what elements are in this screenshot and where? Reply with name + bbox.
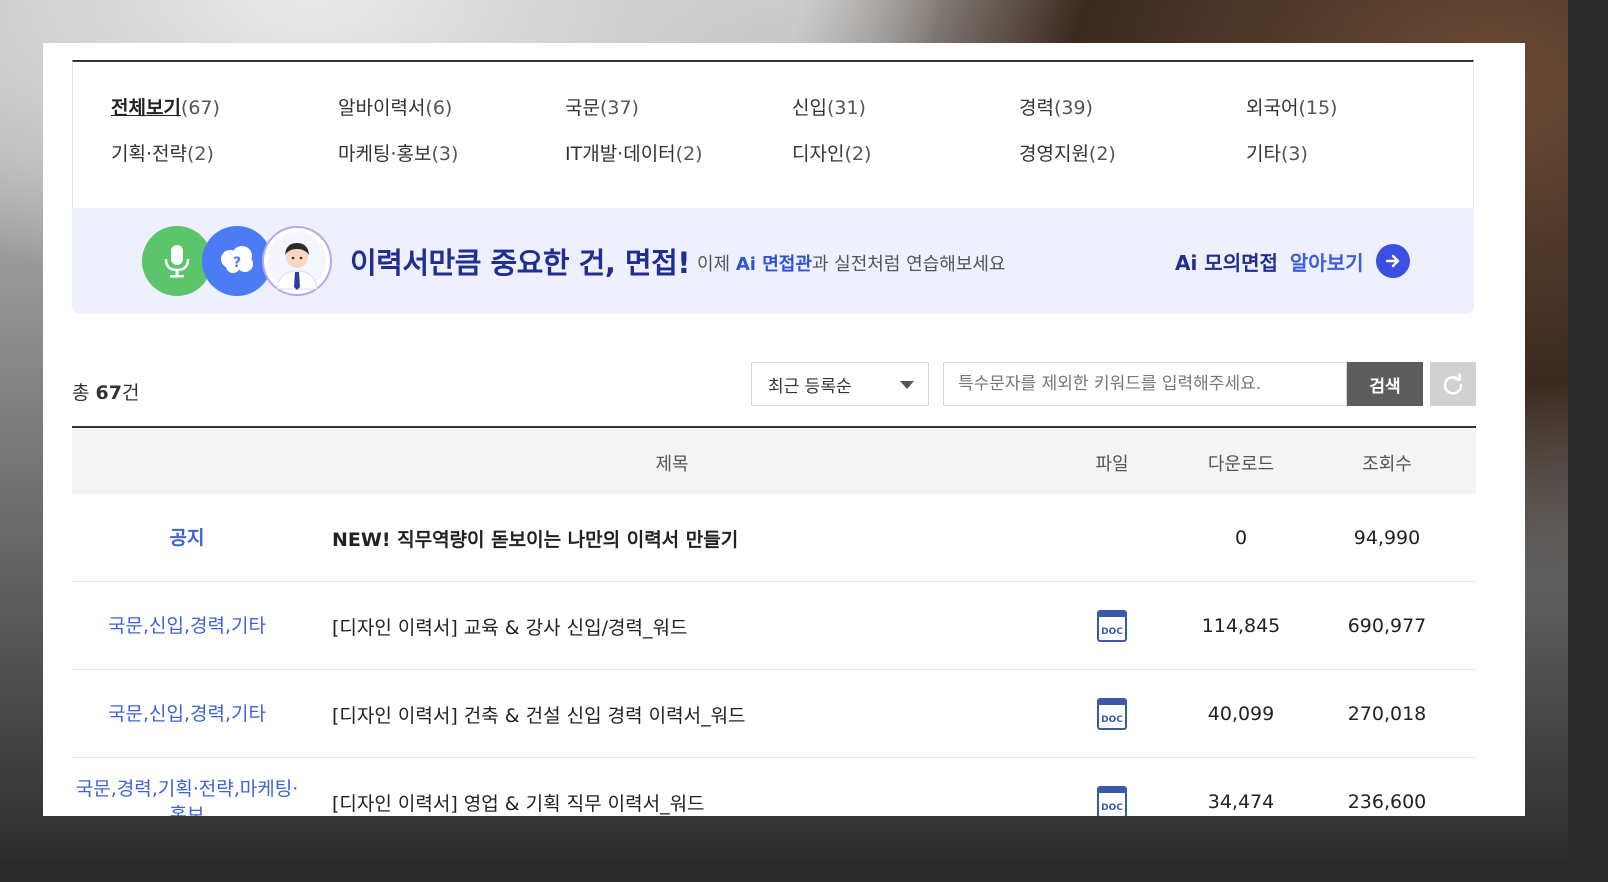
table-row[interactable]: 공지 NEW! 직무역량이 돋보이는 나만의 이력서 만들기 0 94,990	[72, 494, 1476, 582]
ai-mock-interview-link[interactable]: Ai 모의면접 알아보기	[1175, 244, 1410, 278]
category-part-time[interactable]: 알바이력서(6)	[338, 96, 565, 120]
category-management-support[interactable]: 경영지원(2)	[1019, 142, 1246, 166]
header-downloads: 다운로드	[1207, 454, 1275, 475]
svg-text:DOC: DOC	[1101, 803, 1123, 813]
refresh-icon[interactable]	[1430, 362, 1476, 406]
row-downloads: 0	[1234, 527, 1248, 549]
category-entry-level[interactable]: 신입(31)	[792, 96, 1019, 120]
category-korean[interactable]: 국문(37)	[565, 96, 792, 120]
header-views: 조회수	[1362, 454, 1412, 475]
banner-sub-suffix: 과 실전처럼 연습해보세요	[811, 254, 1006, 275]
row-category[interactable]: 국문,신입,경력,기타	[72, 582, 302, 670]
banner-title: 이력서만큼 중요한 건, 면접!	[350, 246, 691, 280]
search-input[interactable]	[943, 362, 1347, 406]
row-file: DOC	[1072, 582, 1152, 670]
category-all[interactable]: 전체보기(67)	[111, 96, 338, 120]
banner-sub-prefix: 이제	[697, 254, 736, 275]
banner-link-more: 알아보기	[1289, 250, 1364, 275]
table-row[interactable]: 국문,신입,경력,기타 [디자인 이력서] 교육 & 강사 신입/경력_워드 D…	[72, 582, 1476, 670]
row-category[interactable]: 국문,경력,기획·전략,마케팅·홍보	[72, 758, 302, 816]
banner-link-main: Ai 모의면접	[1175, 250, 1278, 275]
table-row[interactable]: 국문,신입,경력,기타 [디자인 이력서] 건축 & 건설 신입 경력 이력서_…	[72, 670, 1476, 758]
row-file	[1072, 494, 1152, 582]
row-category[interactable]: 국문,신입,경력,기타	[72, 670, 302, 758]
banner-icons: ?	[142, 226, 332, 296]
category-design[interactable]: 디자인(2)	[792, 142, 1019, 166]
category-planning-strategy[interactable]: 기획·전략(2)	[111, 142, 338, 166]
row-views: 236,600	[1347, 791, 1427, 813]
row-title[interactable]: [디자인 이력서] 영업 & 기획 직무 이력서_워드	[332, 758, 1032, 816]
row-title[interactable]: [디자인 이력서] 건축 & 건설 신입 경력 이력서_워드	[332, 670, 1032, 758]
header-title: 제목	[655, 454, 689, 475]
doc-file-icon[interactable]: DOC	[1097, 786, 1127, 816]
total-suffix: 건	[121, 382, 140, 404]
row-views: 94,990	[1353, 527, 1421, 549]
banner-subtitle: 이제 Ai 면접관과 실전처럼 연습해보세요	[697, 250, 1006, 276]
row-downloads: 40,099	[1207, 703, 1275, 725]
table-row[interactable]: 국문,경력,기획·전략,마케팅·홍보 [디자인 이력서] 영업 & 기획 직무 …	[72, 758, 1476, 816]
sort-select[interactable]: 최근 등록순	[751, 362, 929, 406]
chevron-down-icon	[900, 381, 914, 389]
category-etc[interactable]: 기타(3)	[1246, 142, 1473, 166]
sort-selected-value: 최근 등록순	[768, 376, 852, 397]
svg-text:?: ?	[233, 255, 241, 271]
ai-interview-banner[interactable]: ? 이력서만큼 중요한 건, 면접! 이제 Ai 면접관과 실전처럼 연습해보세…	[72, 208, 1474, 314]
doc-file-icon[interactable]: DOC	[1097, 698, 1127, 730]
total-count: 총 67건	[72, 378, 139, 405]
svg-text:DOC: DOC	[1101, 715, 1123, 725]
row-downloads: 34,474	[1207, 791, 1275, 813]
row-title[interactable]: NEW! 직무역량이 돋보이는 나만의 이력서 만들기	[332, 494, 1032, 582]
resume-table: 제목 파일 다운로드 조회수 공지 NEW! 직무역량이 돋보이는 나만의 이력…	[72, 426, 1476, 816]
row-views: 690,977	[1347, 615, 1427, 637]
doc-file-icon[interactable]: DOC	[1097, 610, 1127, 642]
search-button[interactable]: 검색	[1347, 362, 1423, 406]
header-file: 파일	[1095, 454, 1129, 475]
total-prefix: 총	[72, 382, 96, 404]
category-foreign-language[interactable]: 외국어(15)	[1246, 96, 1473, 120]
category-filter-box: 전체보기(67) 알바이력서(6) 국문(37) 신입(31) 경력(39) 외…	[72, 60, 1474, 208]
category-experienced[interactable]: 경력(39)	[1019, 96, 1246, 120]
category-marketing-pr[interactable]: 마케팅·홍보(3)	[338, 142, 565, 166]
total-number: 67	[95, 382, 122, 404]
row-title[interactable]: [디자인 이력서] 교육 & 강사 신입/경력_워드	[332, 582, 1032, 670]
row-category[interactable]: 공지	[72, 494, 302, 582]
arrow-right-icon[interactable]	[1375, 244, 1410, 278]
category-it-data[interactable]: IT개발·데이터(2)	[565, 142, 792, 166]
interviewer-avatar-icon	[262, 226, 332, 296]
svg-text:DOC: DOC	[1101, 627, 1123, 637]
row-file: DOC	[1072, 758, 1152, 816]
page-window: 전체보기(67) 알바이력서(6) 국문(37) 신입(31) 경력(39) 외…	[43, 43, 1525, 816]
row-downloads: 114,845	[1201, 615, 1281, 637]
category-grid: 전체보기(67) 알바이력서(6) 국문(37) 신입(31) 경력(39) 외…	[111, 96, 1473, 166]
row-file: DOC	[1072, 670, 1152, 758]
banner-sub-highlight: Ai 면접관	[735, 254, 812, 275]
table-header: 제목 파일 다운로드 조회수	[72, 426, 1476, 494]
row-views: 270,018	[1347, 703, 1427, 725]
